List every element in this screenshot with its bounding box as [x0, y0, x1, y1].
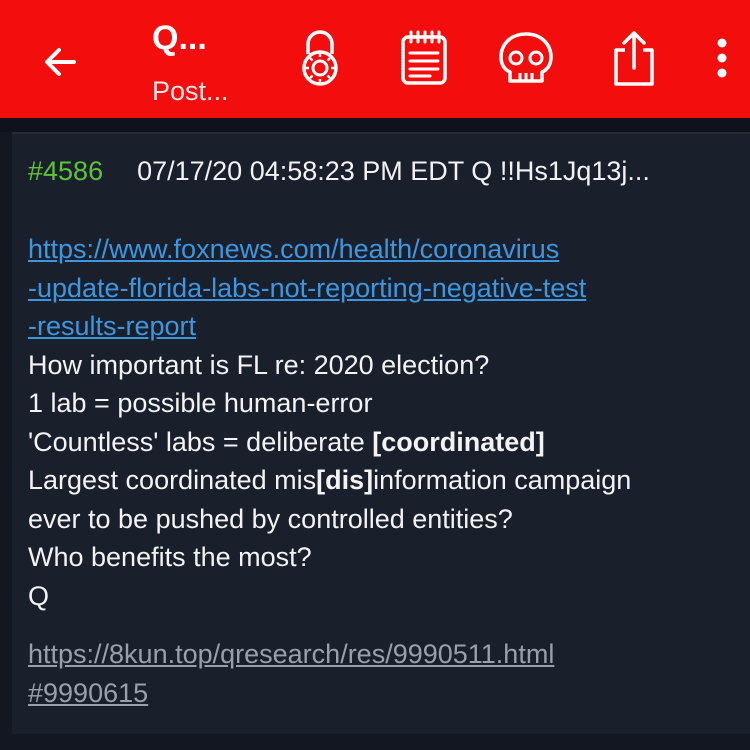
- article-link[interactable]: https://www.foxnews.com/health/coronavir…: [28, 230, 740, 346]
- article-link-line: -results-report: [28, 311, 197, 341]
- post-text-fragment: Largest coordinated mis: [28, 465, 317, 495]
- source-link-line: https://8kun.top/qresearch/res/9990511.h…: [28, 639, 555, 669]
- app-subtitle: Post...: [152, 76, 229, 106]
- post-meta: 07/17/20 04:58:23 PM EDT Q !!Hs1Jq13j...: [137, 156, 650, 186]
- notepad-icon[interactable]: [394, 26, 454, 90]
- article-link-line: -update-florida-labs-not-reporting-negat…: [28, 272, 587, 303]
- source-link-line: #9990615: [28, 677, 149, 708]
- source-link[interactable]: https://8kun.top/qresearch/res/9990511.h…: [28, 635, 740, 712]
- title-block: Q... Post...: [152, 18, 229, 108]
- post-text-line: ever to be pushed by controlled entities…: [28, 503, 513, 534]
- lock-icon[interactable]: [290, 26, 350, 90]
- app-bar: Q... Post...: [0, 0, 750, 118]
- post-text-line: 1 lab = possible human-error: [28, 388, 373, 418]
- back-arrow-icon[interactable]: [36, 38, 84, 86]
- post-body: https://www.foxnews.com/health/coronavir…: [28, 230, 740, 712]
- post-text-fragment: 'Countless' labs = deliberate: [28, 426, 373, 457]
- post-text-bold: [coordinated]: [372, 426, 545, 457]
- article-link-line: https://www.foxnews.com/health/coronavir…: [28, 234, 560, 264]
- skull-icon[interactable]: [496, 26, 556, 90]
- post-number[interactable]: #4586: [28, 156, 103, 186]
- share-icon[interactable]: [604, 26, 664, 90]
- post-text-line: How important is FL re: 2020 election?: [28, 349, 490, 380]
- divider: [0, 118, 750, 132]
- post-text-fragment: information campaign: [373, 465, 632, 495]
- post-text-bold: [dis]: [316, 465, 374, 495]
- post-text-line: Who benefits the most?: [28, 542, 312, 572]
- post-text-line: 'Countless' labs = deliberate [coordinat…: [28, 423, 740, 462]
- post-card: #4586 07/17/20 04:58:23 PM EDT Q !!Hs1Jq1…: [12, 132, 750, 734]
- post-text-line: Largest coordinated mis[dis]information …: [28, 461, 740, 500]
- more-vert-icon[interactable]: [700, 26, 744, 90]
- app-title: Q...: [152, 19, 207, 57]
- post-signature: Q: [28, 580, 50, 611]
- post-header: #4586 07/17/20 04:58:23 PM EDT Q !!Hs1Jq1…: [28, 156, 744, 187]
